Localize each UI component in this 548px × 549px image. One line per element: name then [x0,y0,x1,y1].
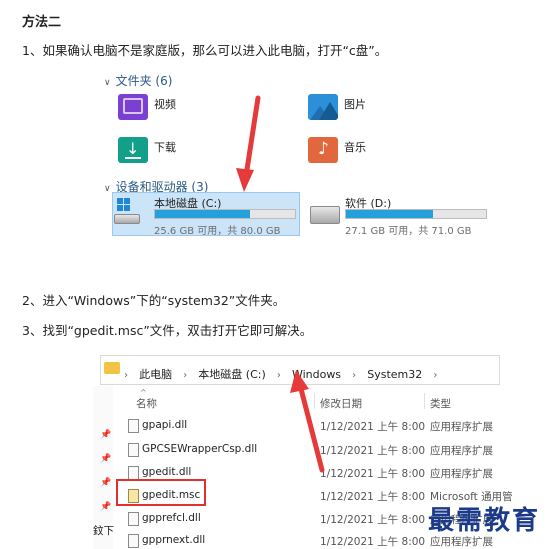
annotation-arrows [236,95,325,473]
watermark-logo: 最需教育 [427,506,540,536]
arrow-to-windows-folder [290,370,325,473]
arrow-to-drive-c [236,95,261,192]
